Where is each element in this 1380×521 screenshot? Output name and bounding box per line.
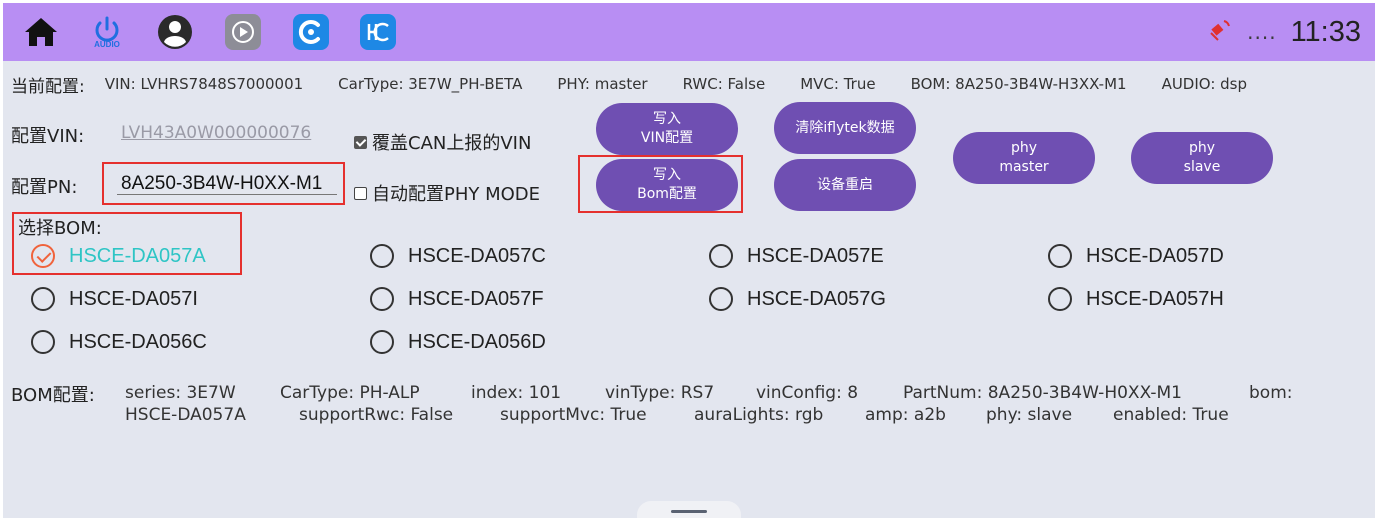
radio-icon[interactable] [370, 287, 394, 311]
radio-icon[interactable] [370, 244, 394, 268]
current-config-label: 当前配置: [11, 76, 85, 97]
audio-power-icon[interactable]: AUDIO [89, 14, 125, 50]
bottom-drawer-handle[interactable] [637, 501, 741, 518]
bom-option-9[interactable]: HSCE-DA056D [370, 330, 546, 354]
reboot-button[interactable]: 设备重启 [774, 159, 916, 211]
write-bom-button[interactable]: 写入 Bom配置 [596, 159, 738, 211]
bom-option-0[interactable]: HSCE-DA057A [31, 244, 206, 268]
home-icon[interactable] [23, 14, 59, 50]
hc-app-icon[interactable] [360, 14, 396, 50]
info-phy: PHY: master [557, 75, 648, 93]
app-window: AUDIO .... 11:33 当前配置: VIN: LVHRS7848S70… [3, 3, 1375, 518]
media-play-icon[interactable] [225, 14, 261, 50]
bom-option-4[interactable]: HSCE-DA057I [31, 287, 198, 311]
config-pn-label: 配置PN: [11, 177, 78, 198]
auto-phy-checkbox[interactable]: 自动配置PHY MODE [354, 180, 540, 206]
bom-option-5[interactable]: HSCE-DA057F [370, 287, 544, 311]
bom-option-8[interactable]: HSCE-DA056C [31, 330, 207, 354]
vin-input[interactable]: LVH43A0W000000076 [121, 123, 311, 143]
current-config-row: 当前配置: VIN: LVHRS7848S7000001 CarType: 3E… [11, 72, 1247, 97]
gps-signal-icon [1207, 17, 1233, 47]
bom-config-line-2: HSCE-DA057A supportRwc: False supportMvc… [125, 405, 1229, 425]
bom-config-details: series: 3E7W CarType: PH-ALP index: 101 … [125, 382, 1292, 426]
info-mvc: MVC: True [800, 75, 876, 93]
override-vin-check-icon[interactable] [354, 135, 367, 149]
bom-option-3[interactable]: HSCE-DA057D [1048, 244, 1224, 268]
radio-checked-icon[interactable] [31, 244, 55, 268]
radio-icon[interactable] [370, 330, 394, 354]
bom-option-2[interactable]: HSCE-DA057E [709, 244, 884, 268]
override-vin-checkbox[interactable]: 覆盖CAN上报的VIN [354, 129, 531, 155]
bom-config-label: BOM配置: [11, 385, 95, 406]
info-audio: AUDIO: dsp [1161, 75, 1247, 93]
radio-icon[interactable] [709, 244, 733, 268]
top-bar: AUDIO .... 11:33 [3, 3, 1375, 61]
info-vin: VIN: LVHRS7848S7000001 [104, 75, 304, 93]
config-vin-label: 配置VIN: [11, 126, 85, 147]
pn-input[interactable]: 8A250-3B4W-H0XX-M1 [102, 162, 345, 205]
clock: 11:33 [1290, 15, 1361, 48]
status-area: .... 11:33 [1207, 13, 1361, 51]
pn-input-value: 8A250-3B4W-H0XX-M1 [121, 172, 323, 194]
radio-icon[interactable] [31, 330, 55, 354]
auto-phy-check-icon[interactable] [354, 186, 367, 200]
bom-option-6[interactable]: HSCE-DA057G [709, 287, 886, 311]
audio-label: AUDIO [94, 40, 120, 49]
bom-option-7[interactable]: HSCE-DA057H [1048, 287, 1224, 311]
auto-phy-label: 自动配置PHY MODE [372, 184, 541, 205]
profile-icon[interactable] [157, 14, 193, 50]
radio-icon[interactable] [1048, 244, 1072, 268]
override-vin-label: 覆盖CAN上报的VIN [372, 133, 532, 154]
write-vin-button[interactable]: 写入 VIN配置 [596, 103, 738, 155]
phy-master-button[interactable]: phy master [953, 132, 1095, 184]
clear-iflytek-button[interactable]: 清除iflytek数据 [774, 102, 916, 154]
radio-icon[interactable] [709, 287, 733, 311]
bom-option-1[interactable]: HSCE-DA057C [370, 244, 546, 268]
info-rwc: RWC: False [682, 75, 766, 93]
info-cartype: CarType: 3E7W_PH-BETA [338, 75, 523, 93]
radio-icon[interactable] [31, 287, 55, 311]
status-dots: .... [1247, 20, 1277, 44]
phy-slave-button[interactable]: phy slave [1131, 132, 1273, 184]
select-bom-label: 选择BOM: [18, 218, 102, 239]
info-bom: BOM: 8A250-3B4W-H3XX-M1 [910, 75, 1127, 93]
radio-icon[interactable] [1048, 287, 1072, 311]
connect-app-icon[interactable] [293, 14, 329, 50]
bom-config-line-1: series: 3E7W CarType: PH-ALP index: 101 … [125, 383, 1293, 403]
